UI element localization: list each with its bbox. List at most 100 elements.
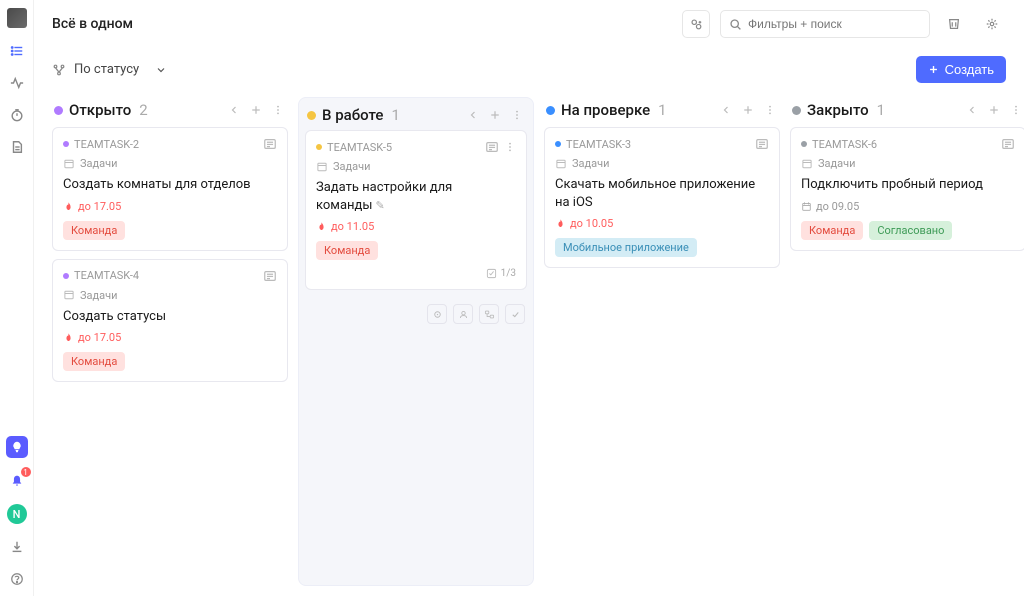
filter-bar: По статусу Создать (34, 48, 1024, 97)
card-folder: Задачи (572, 157, 609, 170)
card-folder: Задачи (80, 289, 117, 302)
sidebar: 1 N (0, 0, 34, 596)
tag: Команда (801, 221, 863, 240)
card-id: TEAMTASK-6 (812, 138, 877, 151)
card-status-dot (801, 141, 807, 147)
timer-icon[interactable] (8, 106, 26, 124)
card-id: TEAMTASK-2 (74, 138, 139, 151)
folder-icon (316, 161, 328, 173)
add-card-icon[interactable] (248, 104, 264, 116)
action-check-icon[interactable] (505, 304, 525, 324)
card-tags: Команда (63, 221, 277, 240)
action-subtask-icon[interactable] (479, 304, 499, 324)
task-card[interactable]: TEAMTASK-6 Задачи Подключить пробный пер… (790, 127, 1024, 251)
column-count: 2 (139, 101, 147, 119)
folder-icon (63, 289, 75, 301)
board-column: На проверке 1 TEAMTASK-3 Задачи Скачать … (544, 97, 780, 586)
folder-icon (801, 158, 813, 170)
notification-icon[interactable]: 1 (8, 472, 26, 490)
search-box[interactable] (720, 10, 930, 38)
tag: Согласовано (869, 221, 952, 240)
column-more-icon[interactable] (270, 104, 286, 116)
description-icon (1001, 137, 1015, 151)
collapse-icon[interactable] (964, 104, 980, 116)
card-folder: Задачи (80, 157, 117, 170)
collapse-icon[interactable] (718, 104, 734, 116)
card-id: TEAMTASK-3 (566, 138, 631, 151)
card-status-dot (63, 273, 69, 279)
description-icon (755, 137, 769, 151)
share-button[interactable] (682, 10, 710, 38)
column-more-icon[interactable] (509, 109, 525, 121)
help-icon[interactable] (8, 570, 26, 588)
card-title: Создать комнаты для отделов (63, 176, 277, 194)
card-status-dot (555, 141, 561, 147)
card-id: TEAMTASK-5 (327, 141, 392, 154)
chevron-down-icon (155, 64, 167, 76)
user-avatar[interactable]: N (7, 504, 27, 524)
activity-icon[interactable] (8, 74, 26, 92)
card-title: Скачать мобильное приложение на iOS (555, 176, 769, 211)
collapse-icon[interactable] (226, 104, 242, 116)
board-column: В работе 1 TEAMTASK-5 Задачи Задать наст… (298, 97, 534, 586)
search-input[interactable] (748, 17, 921, 31)
action-assign-icon[interactable] (453, 304, 473, 324)
card-tags: Мобильное приложение (555, 238, 769, 257)
nodes-icon (52, 63, 66, 77)
description-icon (263, 269, 277, 283)
card-tags: Команда (63, 352, 277, 371)
add-card-icon[interactable] (487, 109, 503, 121)
edit-icon: ✎ (375, 199, 384, 212)
status-dot (792, 106, 801, 115)
main-area: Всё в одном По статусу (34, 0, 1024, 596)
status-dot (54, 106, 63, 115)
rocket-icon[interactable] (6, 436, 28, 458)
tag: Команда (63, 221, 125, 240)
card-due: до 17.05 (63, 200, 277, 213)
card-status-dot (316, 144, 322, 150)
card-progress: 1/3 (316, 268, 516, 279)
status-dot (546, 106, 555, 115)
list-icon[interactable] (8, 42, 26, 60)
action-tag-icon[interactable] (427, 304, 447, 324)
card-folder: Задачи (333, 160, 370, 173)
settings-icon[interactable] (978, 10, 1006, 38)
card-due: до 17.05 (63, 331, 277, 344)
tag: Команда (316, 241, 378, 260)
sort-by-status[interactable]: По статусу (52, 62, 167, 77)
column-title: Открыто (69, 101, 131, 119)
card-tags: Команда Согласовано (801, 221, 1015, 240)
tag: Мобильное приложение (555, 238, 697, 257)
download-icon[interactable] (8, 538, 26, 556)
document-icon[interactable] (8, 138, 26, 156)
card-tags: Команда (316, 241, 516, 260)
archive-icon[interactable] (940, 10, 968, 38)
card-title: Задать настройки для команды✎ (316, 179, 516, 214)
column-count: 1 (877, 101, 885, 119)
card-due: до 09.05 (801, 200, 1015, 213)
column-more-icon[interactable] (1008, 104, 1024, 116)
add-card-icon[interactable] (986, 104, 1002, 116)
workspace-avatar[interactable] (7, 8, 27, 28)
sort-label: По статусу (74, 62, 139, 77)
task-card[interactable]: TEAMTASK-4 Задачи Создать статусы до 17.… (52, 259, 288, 383)
collapse-icon[interactable] (465, 109, 481, 121)
folder-icon (555, 158, 567, 170)
description-icon (485, 140, 499, 154)
column-title: На проверке (561, 101, 650, 119)
column-more-icon[interactable] (762, 104, 778, 116)
task-card[interactable]: TEAMTASK-3 Задачи Скачать мобильное прил… (544, 127, 780, 268)
board-column: Закрыто 1 TEAMTASK-6 Задачи Подключить п… (790, 97, 1024, 586)
board-column: Открыто 2 TEAMTASK-2 Задачи Создать комн… (52, 97, 288, 586)
card-more-icon[interactable] (504, 141, 516, 153)
tag: Команда (63, 352, 125, 371)
column-title: В работе (322, 106, 383, 124)
create-button[interactable]: Создать (916, 56, 1006, 83)
add-card-icon[interactable] (740, 104, 756, 116)
search-icon (729, 18, 742, 31)
card-id: TEAMTASK-4 (74, 269, 139, 282)
task-card[interactable]: TEAMTASK-5 Задачи Задать настройки для к… (305, 130, 527, 290)
card-title: Подключить пробный период (801, 176, 1015, 194)
task-card[interactable]: TEAMTASK-2 Задачи Создать комнаты для от… (52, 127, 288, 251)
topbar: Всё в одном (34, 0, 1024, 48)
